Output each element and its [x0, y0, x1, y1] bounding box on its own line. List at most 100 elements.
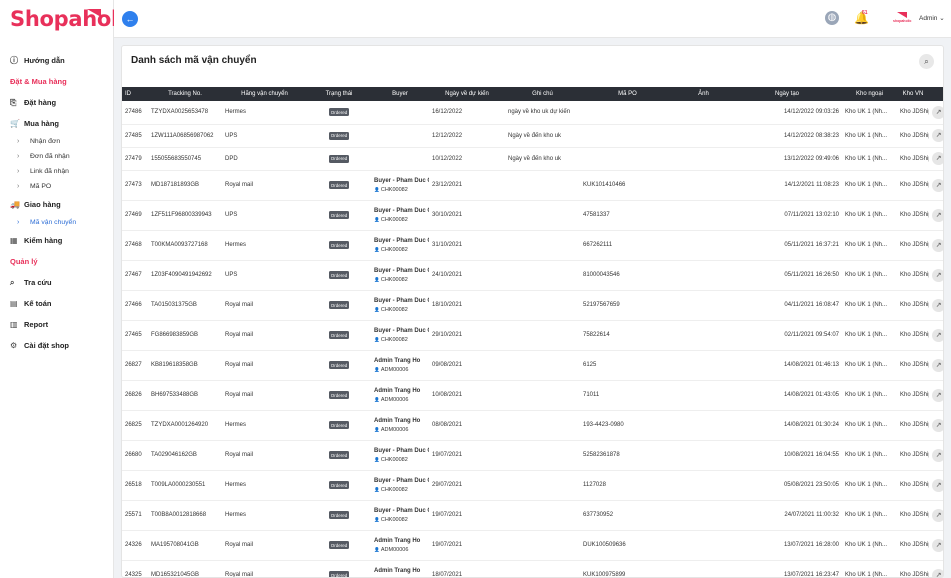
- table-cell: Buyer - Pham Duc C 👤 CHK00082: [371, 170, 429, 201]
- open-external-icon[interactable]: ↗: [932, 448, 943, 462]
- sidebar-subitem[interactable]: › Mã vận chuyển: [0, 215, 114, 230]
- table-cell: [675, 500, 732, 531]
- buyer-code-text: ADM00006: [380, 546, 409, 553]
- buyer-name: Buyer - Pham Duc C: [374, 297, 429, 304]
- open-external-icon[interactable]: ↗: [932, 568, 943, 577]
- open-external-icon[interactable]: ↗: [932, 208, 943, 222]
- sidebar-item-15[interactable]: ⚙ Cài đặt shop: [0, 335, 114, 356]
- table-row[interactable]: 26827 KB819618358GB Royal mail Ordered Admin…: [122, 350, 943, 381]
- open-external-icon[interactable]: ↗: [932, 238, 943, 252]
- table-cell: Kho UK 1 (Nh...: [842, 290, 897, 321]
- table-row[interactable]: 27469 1ZF511F96800339943 UPS Ordered Buyer -…: [122, 200, 943, 231]
- table-row[interactable]: 26825 TZYDXA0001264920 Hermes Ordered Admin …: [122, 410, 943, 441]
- open-external-icon[interactable]: ↗: [932, 152, 943, 165]
- table-row[interactable]: 26518 T009LA0000230551 Hermes Ordered Buyer …: [122, 470, 943, 501]
- table-cell: Ngày về đến kho uk: [505, 147, 580, 171]
- table-row[interactable]: 27467 1Z03F4090491942692 UPS Ordered Buyer -…: [122, 260, 943, 291]
- table-row[interactable]: 24326 MA195708041GB Royal mail Ordered Admin…: [122, 530, 943, 561]
- table-cell: [580, 101, 675, 125]
- table-cell: Kho JDShippi...: [897, 440, 929, 471]
- status-badge: Ordered: [328, 481, 350, 489]
- sidebar-item-13[interactable]: ▤ Kế toán: [0, 293, 114, 314]
- sidebar-item-0[interactable]: ⓘ Hướng dẫn: [0, 50, 114, 71]
- globe-icon[interactable]: ◍: [825, 11, 839, 25]
- buyer-name: Buyer - Pham Duc C: [374, 477, 429, 484]
- sidebar-item-label: Giao hàng: [24, 200, 61, 209]
- open-external-icon[interactable]: ↗: [932, 129, 943, 142]
- table-cell: KUK100975899: [580, 560, 675, 577]
- sidebar-item-8[interactable]: 🚚 Giao hàng: [0, 194, 114, 215]
- status-badge: Ordered: [328, 541, 350, 549]
- table-row[interactable]: 27466 TA015031375GB Royal mail Ordered Buyer…: [122, 290, 943, 321]
- sidebar-item-10[interactable]: ▦ Kiểm hàng: [0, 230, 114, 251]
- table-cell: 29/10/2021: [429, 320, 505, 351]
- open-external-icon[interactable]: ↗: [932, 268, 943, 282]
- back-arrow-icon[interactable]: ←: [122, 11, 138, 27]
- table-row[interactable]: 27479 155055683550745 DPD Ordered 10/12/2022…: [122, 147, 943, 171]
- table-cell: 19/07/2021: [429, 500, 505, 531]
- user-icon: 👤: [374, 276, 381, 282]
- table-cell: ↗✎: [929, 200, 943, 231]
- sidebar-item-label: Kế toán: [24, 299, 52, 308]
- status-badge: Ordered: [328, 301, 350, 309]
- table-cell: 14/12/2022 08:38:23: [732, 124, 842, 148]
- user-name: Admin: [919, 15, 938, 22]
- buyer-code-text: CHK00082: [380, 186, 408, 193]
- page-title: Danh sách mã vận chuyển: [131, 55, 257, 66]
- sidebar-subitem[interactable]: › Đơn đã nhận: [0, 149, 114, 164]
- status-badge: Ordered: [328, 511, 350, 519]
- table-row[interactable]: 27465 FG866983859GB Royal mail Ordered Buyer…: [122, 320, 943, 351]
- sidebar-item-2[interactable]: ⎘ Đặt hàng: [0, 92, 114, 113]
- open-external-icon[interactable]: ↗: [932, 418, 943, 432]
- open-external-icon[interactable]: ↗: [932, 298, 943, 312]
- table-cell: Buyer - Pham Duc C 👤 CHK00082: [371, 440, 429, 471]
- tracking-list-card: Danh sách mã vận chuyển ⌕ ID Tracking No.…: [121, 45, 944, 578]
- table-cell: Kho JDShippi...: [897, 500, 929, 531]
- sidebar-item-12[interactable]: ⌕ Tra cứu: [0, 272, 114, 293]
- table-cell: [675, 380, 732, 411]
- open-external-icon[interactable]: ↗: [932, 388, 943, 402]
- table-cell: [675, 124, 732, 148]
- table-cell: [675, 170, 732, 201]
- buyer-code: 👤 CHK00082: [374, 277, 426, 283]
- table-row[interactable]: 27486 TZYDXA0025653478 Hermes Ordered 16/12/…: [122, 101, 943, 125]
- table-cell: 155055683550745: [148, 147, 222, 171]
- open-external-icon[interactable]: ↗: [932, 328, 943, 342]
- sidebar-subitem[interactable]: › Nhận đơn: [0, 134, 114, 149]
- table-cell: 24325: [122, 560, 148, 577]
- table-row[interactable]: 26826 BH697533488GB Royal mail Ordered Admin…: [122, 380, 943, 411]
- sidebar-item-3[interactable]: 🛒 Mua hàng: [0, 113, 114, 134]
- table-row[interactable]: 26680 TA029046162GB Royal mail Ordered Buyer…: [122, 440, 943, 471]
- buyer-name: Buyer - Pham Duc C: [374, 207, 429, 214]
- user-menu[interactable]: Admin ⌄: [919, 14, 945, 22]
- table-row[interactable]: 24325 MD165321045GB Royal mail Ordered Admin…: [122, 560, 943, 577]
- buyer-code-text: CHK00082: [380, 246, 408, 253]
- table-cell: Kho UK 1 (Nh...: [842, 380, 897, 411]
- table-cell: [675, 470, 732, 501]
- table-row[interactable]: 27468 T00KMA0093727168 Hermes Ordered Buyer …: [122, 230, 943, 261]
- table-cell: 04/11/2021 16:08:47: [732, 290, 842, 321]
- table-row[interactable]: 27473 MD187181893GB Royal mail Ordered Buyer…: [122, 170, 943, 201]
- column-header: Ngày về dự kiến: [445, 91, 489, 97]
- open-external-icon[interactable]: ↗: [932, 538, 943, 552]
- status-badge: Ordered: [328, 271, 350, 279]
- table-cell: Royal mail: [222, 530, 307, 561]
- open-external-icon[interactable]: ↗: [932, 178, 943, 192]
- open-external-icon[interactable]: ↗: [932, 358, 943, 372]
- sidebar-subitem[interactable]: › Mã PO: [0, 179, 114, 194]
- table-cell: TZYDXA0001264920: [148, 410, 222, 441]
- user-icon: 👤: [374, 306, 381, 312]
- open-external-icon[interactable]: ↗: [932, 105, 943, 119]
- table-cell: 12/12/2022: [429, 124, 505, 148]
- table-row[interactable]: 25571 T00B8A0012818668 Hermes Ordered Buyer …: [122, 500, 943, 531]
- table-cell: 75822614: [580, 320, 675, 351]
- table-row[interactable]: 27485 1ZW111A06856987062 UPS Ordered 12/12/2…: [122, 124, 943, 148]
- open-external-icon[interactable]: ↗: [932, 508, 943, 522]
- sidebar-subitem[interactable]: › Link đã nhận: [0, 164, 114, 179]
- sidebar-item-14[interactable]: ▥ Report: [0, 314, 114, 335]
- chevron-right-icon: ›: [17, 219, 20, 226]
- search-icon[interactable]: ⌕: [919, 54, 934, 69]
- open-external-icon[interactable]: ↗: [932, 478, 943, 492]
- user-avatar[interactable]: shopaholic: [893, 12, 913, 26]
- sidebar-subitem-label: Mã vận chuyển: [30, 219, 77, 226]
